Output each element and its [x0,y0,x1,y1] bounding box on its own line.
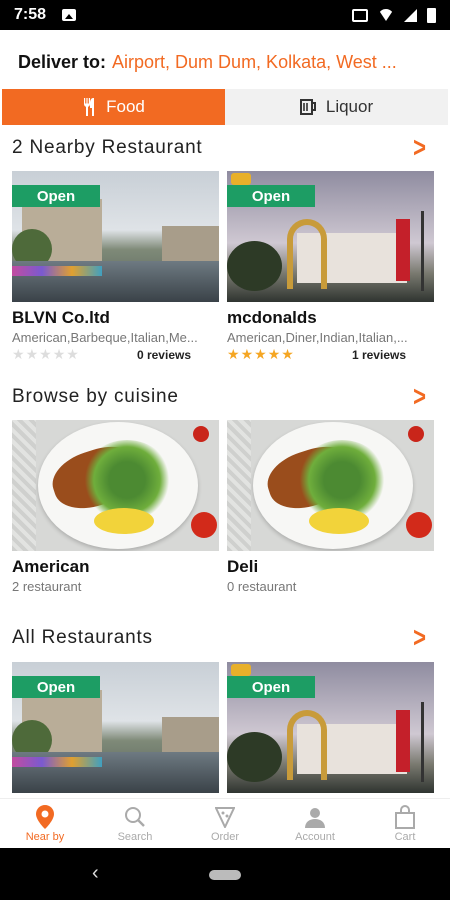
pizza-icon [215,805,235,829]
cuisine-name: American [12,557,90,576]
tab-liquor-label: Liquor [325,97,374,116]
nav-order-label: Order [210,830,240,843]
back-icon[interactable]: ‹ [92,862,99,885]
all-restaurants-title: All Restaurants [12,627,153,648]
nav-account-label: Account [295,830,335,843]
review-count: 1 reviews [351,347,406,362]
deliver-address[interactable]: Airport, Dum Dum, Kolkata, West ... [112,52,397,73]
nav-order[interactable]: Order [180,799,270,848]
cuisine-card[interactable]: American 2 restaurant [12,420,219,594]
home-pill-icon[interactable] [209,870,241,880]
search-icon [124,805,146,829]
cast-icon [352,8,368,22]
bottom-navigation: Near by Search Order Account Cart [0,798,450,848]
cuisine-count: 2 restaurant [12,579,82,594]
status-icons [352,7,436,23]
wifi-icon [378,9,394,21]
nav-cart-label: Cart [394,830,416,843]
deliver-label: Deliver to: [18,51,107,72]
chevron-right-icon[interactable]: > [413,380,426,414]
star-rating: ★★★★★ [227,346,295,363]
restaurant-card[interactable]: Open BLVN Co.ltd American,Barbeque,Itali… [12,171,219,363]
restaurant-cuisines: American,Diner,Indian,Italian,... [227,330,408,345]
star-icon: ★ [240,346,255,362]
nav-nearby[interactable]: Near by [0,799,90,848]
cuisine-image [12,420,219,551]
user-icon [304,805,326,829]
chevron-right-icon[interactable]: > [413,131,426,165]
nearby-section-header[interactable]: 2 Nearby Restaurant > [12,131,426,165]
restaurant-name: BLVN Co.ltd [12,308,110,327]
chevron-right-icon[interactable]: > [413,621,426,655]
review-count: 0 reviews [136,347,191,362]
restaurant-card[interactable]: Open [227,662,434,793]
fork-knife-icon [84,98,95,116]
cart-bag-icon [394,804,416,829]
tab-food[interactable]: Food [2,89,225,125]
nav-search[interactable]: Search [90,799,180,848]
cuisine-title: Browse by cuisine [12,386,179,407]
cuisine-section-header[interactable]: Browse by cuisine > [12,380,426,414]
star-icon: ★ [25,346,40,362]
nav-cart[interactable]: Cart [360,799,450,848]
cuisine-name: Deli [227,557,259,576]
tab-liquor[interactable]: Liquor [225,89,448,125]
star-icon: ★ [227,346,241,362]
restaurant-card[interactable]: Open [12,662,219,793]
battery-icon [427,7,436,23]
star-icon: ★ [254,346,268,362]
star-icon: ★ [66,346,80,362]
restaurant-image: Open [227,662,434,793]
nav-account[interactable]: Account [270,799,360,848]
open-badge: Open [227,185,315,207]
open-badge: Open [227,676,315,698]
all-restaurants-header[interactable]: All Restaurants > [12,621,426,655]
restaurant-image: Open [12,171,219,302]
restaurant-image: Open [227,171,434,302]
restaurant-name: mcdonalds [227,308,317,327]
restaurant-image: Open [12,662,219,793]
signal-icon [404,8,417,22]
location-pin-icon [36,804,54,829]
star-icon: ★ [267,346,282,362]
nearby-title: 2 Nearby Restaurant [12,137,203,158]
star-icon: ★ [39,346,53,362]
deliver-location[interactable]: Deliver to: Airport, Dum Dum, Kolkata, W… [18,44,438,80]
status-bar: 7:58 [0,0,450,30]
star-icon: ★ [12,346,26,362]
star-icon: ★ [281,346,295,362]
cuisine-image [227,420,434,551]
system-navigation-bar: ‹ [0,848,450,900]
restaurant-card[interactable]: Open mcdonalds American,Diner,Indian,Ita… [227,171,434,363]
nav-nearby-label: Near by [25,830,65,843]
cuisine-count: 0 restaurant [227,579,297,594]
category-tabs: Food Liquor [2,89,448,125]
star-icon: ★ [52,346,67,362]
image-notification-icon [62,9,77,21]
rating-row: ★★★★★ 0 reviews [12,346,219,363]
tab-food-label: Food [106,97,145,116]
cuisine-card[interactable]: Deli 0 restaurant [227,420,434,594]
rating-row: ★★★★★ 1 reviews [227,346,434,363]
nav-search-label: Search [117,830,153,843]
open-badge: Open [12,185,100,207]
star-rating: ★★★★★ [12,346,80,363]
beer-mug-icon [299,99,316,115]
open-badge: Open [12,676,100,698]
status-time: 7:58 [14,6,47,23]
restaurant-cuisines: American,Barbeque,Italian,Me... [12,330,198,345]
